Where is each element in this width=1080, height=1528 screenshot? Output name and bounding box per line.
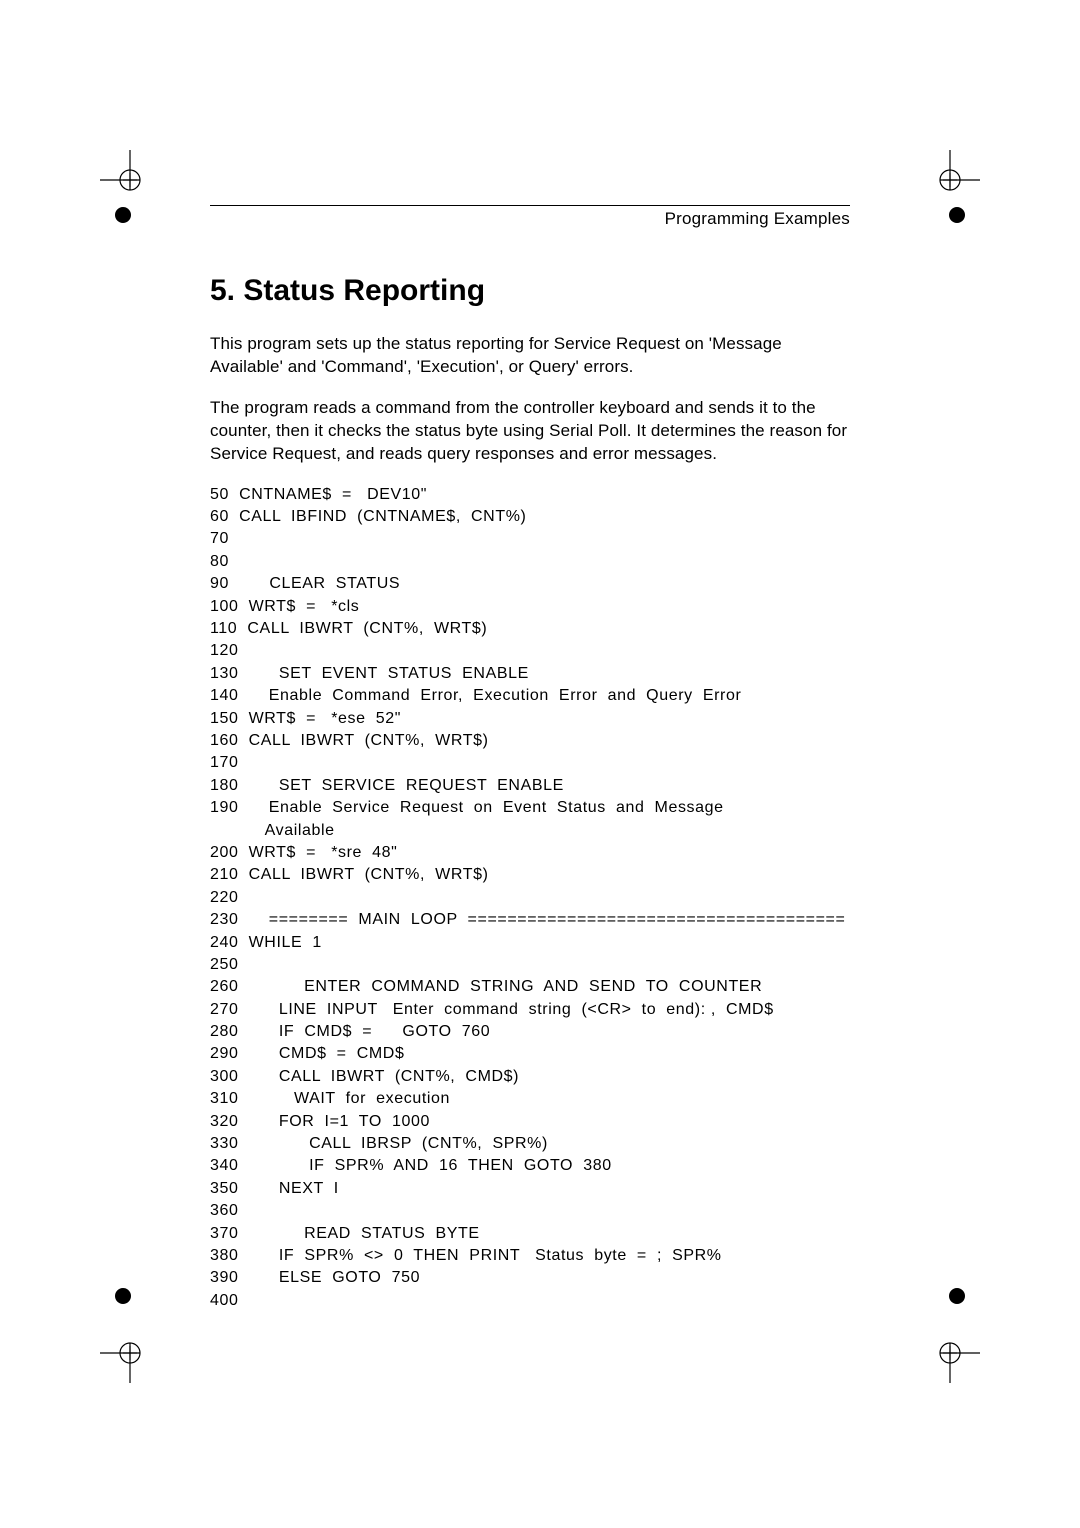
crop-mark-top-left — [100, 150, 160, 210]
page-header-rule: Programming Examples — [210, 205, 850, 229]
dot-marker-br — [949, 1288, 965, 1304]
page-header-title: Programming Examples — [665, 209, 850, 229]
crop-mark-bottom-right — [920, 1323, 980, 1383]
section-heading: 5. Status Reporting — [210, 274, 850, 308]
code-listing: 50 CNTNAME$ = DEV10" 60 CALL IBFIND (CNT… — [210, 484, 850, 1312]
intro-paragraph-1: This program sets up the status reportin… — [210, 333, 850, 379]
crop-mark-top-right — [920, 150, 980, 210]
dot-marker-tr — [949, 207, 965, 223]
intro-paragraph-2: The program reads a command from the con… — [210, 397, 850, 466]
dot-marker-tl — [115, 207, 131, 223]
page-content: Programming Examples 5. Status Reporting… — [210, 205, 850, 1312]
dot-marker-bl — [115, 1288, 131, 1304]
crop-mark-bottom-left — [100, 1323, 160, 1383]
